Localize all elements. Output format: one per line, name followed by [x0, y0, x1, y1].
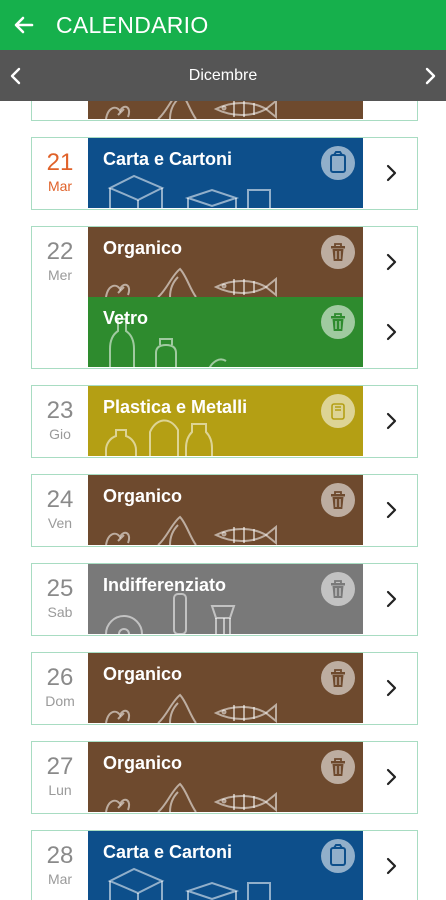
- chevron-right-icon[interactable]: [365, 101, 417, 119]
- day-name: Ven: [47, 515, 73, 531]
- back-arrow-icon[interactable]: [6, 7, 42, 43]
- app-bar: CALENDARIO: [0, 0, 446, 50]
- calendar-day-row: 26 Dom Organico: [31, 652, 418, 725]
- waste-label: Organico: [103, 486, 183, 506]
- day-number: 27: [46, 753, 74, 780]
- calendar-day-row: 28 Mar Carta e Cartoni: [31, 830, 418, 900]
- chevron-right-icon[interactable]: [365, 742, 417, 812]
- waste-label: Organico: [103, 238, 183, 258]
- chevron-right-icon[interactable]: [365, 386, 417, 456]
- calendar-day-row: Lun: [31, 101, 418, 121]
- waste-entry-organico[interactable]: Organico: [88, 227, 363, 297]
- day-number: 23: [46, 397, 74, 424]
- day-number: 25: [46, 575, 74, 602]
- calendar-list[interactable]: Lun 21 Mar Carta e Cartoni 22 Mer Organico Vetr…: [0, 101, 446, 900]
- trash-bin-icon: [321, 661, 355, 695]
- day-name: Mer: [47, 267, 73, 283]
- day-date: 23 Gio: [32, 386, 88, 443]
- chevron-right-icon[interactable]: [365, 138, 417, 208]
- waste-label: Organico: [103, 664, 183, 684]
- chevron-right-icon[interactable]: [365, 831, 417, 900]
- waste-label: Vetro: [103, 308, 149, 328]
- day-date: 25 Sab: [32, 564, 88, 621]
- waste-entry-carta[interactable]: Carta e Cartoni: [88, 831, 363, 900]
- day-name: Gio: [49, 426, 71, 442]
- calendar-day-row: 25 Sab Indifferenziato: [31, 563, 418, 636]
- calendar-day-row: 21 Mar Carta e Cartoni: [31, 137, 418, 210]
- waste-entry-organico[interactable]: Organico: [88, 475, 363, 545]
- prev-month-chevron-icon[interactable]: [0, 56, 32, 96]
- organico-illustration: [105, 101, 277, 119]
- waste-label: Plastica e Metalli: [103, 397, 248, 417]
- calendar-day-row: 23 Gio Plastica e Metalli: [31, 385, 418, 458]
- waste-entry-plastica[interactable]: Plastica e Metalli: [88, 386, 363, 456]
- trash-bin-icon: [321, 750, 355, 784]
- waste-label: Carta e Cartoni: [103, 842, 233, 862]
- day-date: 22 Mer: [32, 227, 88, 284]
- month-label: Dicembre: [188, 66, 258, 84]
- page-title: CALENDARIO: [56, 11, 209, 38]
- calendar-day-row: 22 Mer Organico Vetro: [31, 226, 418, 369]
- waste-entry-organico[interactable]: Organico: [88, 653, 363, 723]
- day-number: 21: [46, 149, 74, 176]
- waste-entry-organico[interactable]: [88, 101, 363, 119]
- day-date: 27 Lun: [32, 742, 88, 799]
- chevron-right-icon[interactable]: [365, 475, 417, 545]
- trash-bin-icon: [321, 235, 355, 269]
- chevron-right-icon[interactable]: [365, 297, 417, 367]
- day-number: 22: [46, 238, 74, 265]
- next-month-chevron-icon[interactable]: [414, 56, 446, 96]
- calendar-day-row: 27 Lun Organico: [31, 741, 418, 814]
- day-name: Lun: [48, 782, 72, 798]
- waste-label: Carta e Cartoni: [103, 149, 233, 169]
- day-name: Mar: [47, 871, 73, 887]
- chevron-right-icon[interactable]: [365, 227, 417, 297]
- day-name: Sab: [47, 604, 73, 620]
- month-navigation: Dicembre: [0, 50, 446, 101]
- day-date: 26 Dom: [32, 653, 88, 710]
- chevron-right-icon[interactable]: [365, 653, 417, 723]
- waste-entry-vetro[interactable]: Vetro: [88, 297, 363, 367]
- plastic-bin-icon: [321, 394, 355, 428]
- day-date: 28 Mar: [32, 831, 88, 888]
- waste-label: Indifferenziato: [103, 575, 227, 595]
- trash-bin-icon: [321, 305, 355, 339]
- waste-entry-carta[interactable]: Carta e Cartoni: [88, 138, 363, 208]
- paper-bin-icon: [321, 839, 355, 873]
- waste-label: Organico: [103, 753, 183, 773]
- day-number: 26: [46, 664, 74, 691]
- day-name: Mar: [47, 178, 73, 194]
- waste-entry-organico[interactable]: Organico: [88, 742, 363, 812]
- day-date: 21 Mar: [32, 138, 88, 195]
- day-name: Dom: [45, 693, 75, 709]
- waste-entry-indifferenziato[interactable]: Indifferenziato: [88, 564, 363, 634]
- day-number: 28: [46, 842, 74, 869]
- day-date: 24 Ven: [32, 475, 88, 532]
- paper-bin-icon: [321, 146, 355, 180]
- trash-bin-icon: [321, 483, 355, 517]
- trash-bin-icon: [321, 572, 355, 606]
- day-number: 24: [46, 486, 74, 513]
- calendar-day-row: 24 Ven Organico: [31, 474, 418, 547]
- chevron-right-icon[interactable]: [365, 564, 417, 634]
